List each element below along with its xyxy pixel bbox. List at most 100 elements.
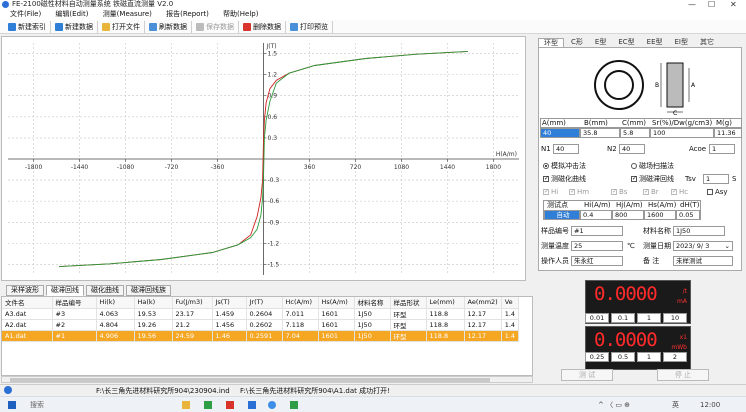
windows-start-icon[interactable] [8, 401, 16, 409]
check-bs[interactable]: Bs [611, 187, 627, 197]
scale-button[interactable]: 0.5 [611, 352, 635, 362]
check-br[interactable]: Br [643, 187, 659, 197]
n1-input[interactable]: 40 [553, 144, 579, 154]
toolbar-button[interactable]: 新建数据 [51, 20, 98, 33]
table-cell: 1.456 [212, 319, 247, 331]
menu-help[interactable]: 帮助(Help) [223, 10, 258, 18]
a-input[interactable]: 40 [540, 128, 580, 138]
sample-no-input[interactable]: #1 [571, 226, 623, 236]
table-column-header[interactable]: 文件名 [2, 297, 53, 309]
table-horizontal-scrollbar[interactable] [1, 376, 533, 383]
mp-hs[interactable]: 1600 [644, 210, 676, 220]
chart-tab[interactable]: 磁化曲线 [86, 285, 124, 296]
table-column-header[interactable]: Hi(k) [96, 297, 135, 309]
toolbar-button[interactable]: 刷新数据 [145, 20, 192, 33]
check-hc[interactable]: Hc [671, 187, 688, 197]
scale-button[interactable]: 2 [663, 352, 687, 362]
check-magnetization[interactable]: 测磁化曲线 [543, 174, 586, 184]
tsv-label: Tsv [685, 175, 696, 183]
maximize-button[interactable]: ☐ [708, 0, 715, 9]
chart-tab[interactable]: 磁滞回线族 [126, 285, 171, 296]
system-tray[interactable]: ^ 〈 ▭ ⊕ [598, 400, 630, 410]
check-hysteresis[interactable]: 测磁滞回线 [631, 174, 674, 184]
taskbar-app-icon[interactable] [248, 401, 256, 409]
taskbar-search[interactable]: 搜索 [30, 400, 44, 410]
mp-dh[interactable]: 0.05 [676, 210, 700, 220]
mode-scan[interactable]: 磁场扫描法 [631, 161, 674, 171]
table-column-header[interactable]: 材料名称 [354, 297, 391, 309]
table-column-header[interactable]: Js(T) [212, 297, 247, 309]
chart-tab[interactable]: 磁滞回线 [46, 285, 84, 296]
scale-button[interactable]: 1 [637, 352, 661, 362]
mp-auto[interactable]: 自动 [544, 210, 580, 220]
taskbar-app-icon[interactable] [204, 401, 212, 409]
table-column-header[interactable]: Ha(k) [134, 297, 173, 309]
current-scale-buttons: 0.01 0.1 1 10 [585, 313, 689, 323]
taskbar-app-icon[interactable] [226, 401, 234, 409]
table-row[interactable]: A1.dat #1 4.906 19.56 24.59 1.46 0.2591 7.04 160… [2, 330, 520, 342]
ring-diagram: B A C [594, 60, 696, 116]
mp-hi[interactable]: 0.4 [580, 210, 612, 220]
temp-input[interactable]: 25 [571, 241, 623, 251]
c-input[interactable]: 5.8 [620, 128, 650, 138]
table-row[interactable]: A2.dat #2 4.804 19.26 21.2 1.456 0.2602 7.118 16… [2, 319, 520, 331]
close-button[interactable]: ✕ [730, 0, 737, 9]
file-explorer-icon[interactable] [182, 401, 190, 409]
menu-edit[interactable]: 编辑(Edit) [55, 10, 88, 18]
scale-button[interactable]: 0.01 [585, 313, 609, 323]
radio-icon [631, 163, 637, 169]
refresh-icon [149, 22, 157, 31]
table-cell: 19.53 [134, 308, 173, 320]
mode-impulse[interactable]: 模拟冲击法 [543, 161, 586, 171]
table-column-header[interactable]: Le(mm) [426, 297, 465, 309]
check-asy[interactable]: Asy [707, 187, 728, 197]
menu-file[interactable]: 文件(File) [10, 10, 41, 18]
table-cell: 1.4 [501, 330, 520, 342]
tsv-input[interactable]: 1 [703, 174, 729, 184]
table-column-header[interactable]: Jr(T) [246, 297, 283, 309]
header-b: B(mm) [584, 119, 608, 127]
material-input[interactable]: 1J50 [673, 226, 725, 236]
menu-bar: 文件(File) 编辑(Edit) 测量(Measure) 报告(Report)… [0, 9, 746, 20]
toolbar-button[interactable]: 保存数据 [192, 20, 239, 33]
table-cell: 1601 [318, 330, 355, 342]
table-column-header[interactable]: Hs(A/m) [318, 297, 355, 309]
menu-report[interactable]: 报告(Report) [166, 10, 209, 18]
y-tick-label: -0.6 [268, 198, 280, 205]
table-column-header[interactable]: Ae(mm2) [464, 297, 502, 309]
mp-hj[interactable]: 800 [612, 210, 644, 220]
table-row[interactable]: A3.dat #3 4.063 19.53 23.17 1.459 0.2604 7.011 1… [2, 308, 520, 320]
save-icon [196, 22, 204, 31]
toolbar-button[interactable]: 新建索引 [4, 20, 51, 33]
chart-tab[interactable]: 采样波形 [6, 285, 44, 296]
n2-input[interactable]: 40 [619, 144, 645, 154]
b-input[interactable]: 35.8 [580, 128, 620, 138]
minimize-button[interactable]: — [688, 0, 696, 9]
note-input[interactable]: 未样测试 [673, 256, 733, 266]
table-column-header[interactable]: Fu(J/m3) [172, 297, 213, 309]
toolbar-button[interactable]: 打开文件 [98, 20, 145, 33]
check-hi[interactable]: Hi [543, 187, 558, 197]
check-hm[interactable]: Hm [569, 187, 589, 197]
table-column-header[interactable]: Ve [501, 297, 520, 309]
m-input[interactable]: 11.36 [714, 128, 742, 138]
browser-icon[interactable] [268, 401, 276, 409]
scale-button[interactable]: 0.25 [585, 352, 609, 362]
table-column-header[interactable]: 样品编号 [52, 297, 97, 309]
date-picker[interactable]: 2023/ 9/ 3 ⌄ [673, 241, 733, 251]
input-language[interactable]: 英 [672, 400, 679, 410]
scale-button[interactable]: 10 [663, 313, 687, 323]
acoe-input[interactable]: 1 [709, 144, 735, 154]
toolbar-button[interactable]: 打印预览 [286, 20, 333, 33]
scale-button[interactable]: 1 [637, 313, 661, 323]
table-column-header[interactable]: Hc(A/m) [282, 297, 319, 309]
operator-input[interactable]: 朱永红 [571, 256, 623, 266]
stop-button[interactable]: 停 止 [657, 369, 709, 381]
table-column-header[interactable]: 样品形状 [390, 297, 427, 309]
test-button[interactable]: 测 试 [561, 369, 613, 381]
scale-button[interactable]: 0.1 [611, 313, 635, 323]
toolbar-button[interactable]: 删除数据 [239, 20, 286, 33]
taskbar-app-icon[interactable] [290, 401, 298, 409]
sr-input[interactable]: 100 [650, 128, 714, 138]
menu-measure[interactable]: 测量(Measure) [103, 10, 152, 18]
